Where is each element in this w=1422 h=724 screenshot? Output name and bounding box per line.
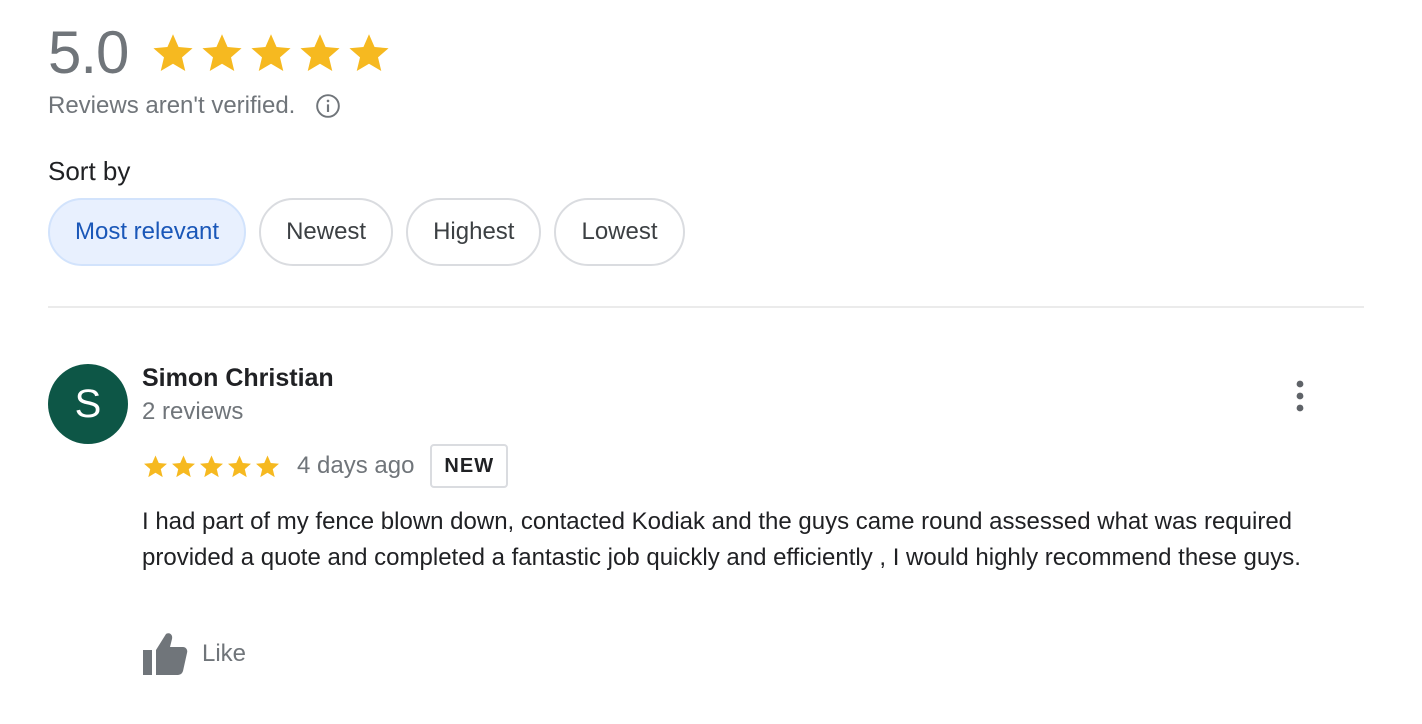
verification-notice: Reviews aren't verified. [48,92,341,120]
review-date: 4 days ago [297,452,415,479]
sort-label: Sort by [48,156,131,186]
like-label: Like [202,640,247,667]
star-icon [202,34,242,72]
rating-summary: 5.0 [48,18,392,88]
review-text: I had part of my fence blown down, conta… [142,508,1301,571]
reviewer-review-count: 2 reviews [142,398,244,425]
star-icon [153,34,193,72]
sort-chip-highest[interactable]: Highest [406,198,542,266]
sort-chip-most-relevant[interactable]: Most relevant [48,198,247,266]
new-badge: NEW [430,444,509,488]
info-icon[interactable] [315,93,341,119]
sort-options: Most relevant Newest Highest Lowest [48,198,685,266]
sort-chip-lowest[interactable]: Lowest [554,198,685,266]
reviewer-name[interactable]: Simon Christian [142,364,334,393]
average-rating: 5.0 [48,19,129,86]
star-icon [144,454,167,477]
divider [48,306,1364,308]
star-icon [228,454,251,477]
verification-text: Reviews aren't verified. [48,92,296,119]
review-stars [142,453,281,480]
average-stars [150,30,392,76]
star-icon [349,34,389,72]
star-icon [300,34,340,72]
star-icon [172,454,195,477]
avatar[interactable]: S [48,364,128,444]
star-icon [256,454,279,477]
star-icon [200,454,223,477]
review-meta: 4 days ago NEW [142,444,509,488]
like-button[interactable]: Like [142,632,246,676]
sort-chip-newest[interactable]: Newest [259,198,394,266]
more-vert-icon [1296,380,1304,412]
star-icon [251,34,291,72]
thumbs-up-icon [143,633,188,675]
more-options-button[interactable] [1280,376,1320,416]
